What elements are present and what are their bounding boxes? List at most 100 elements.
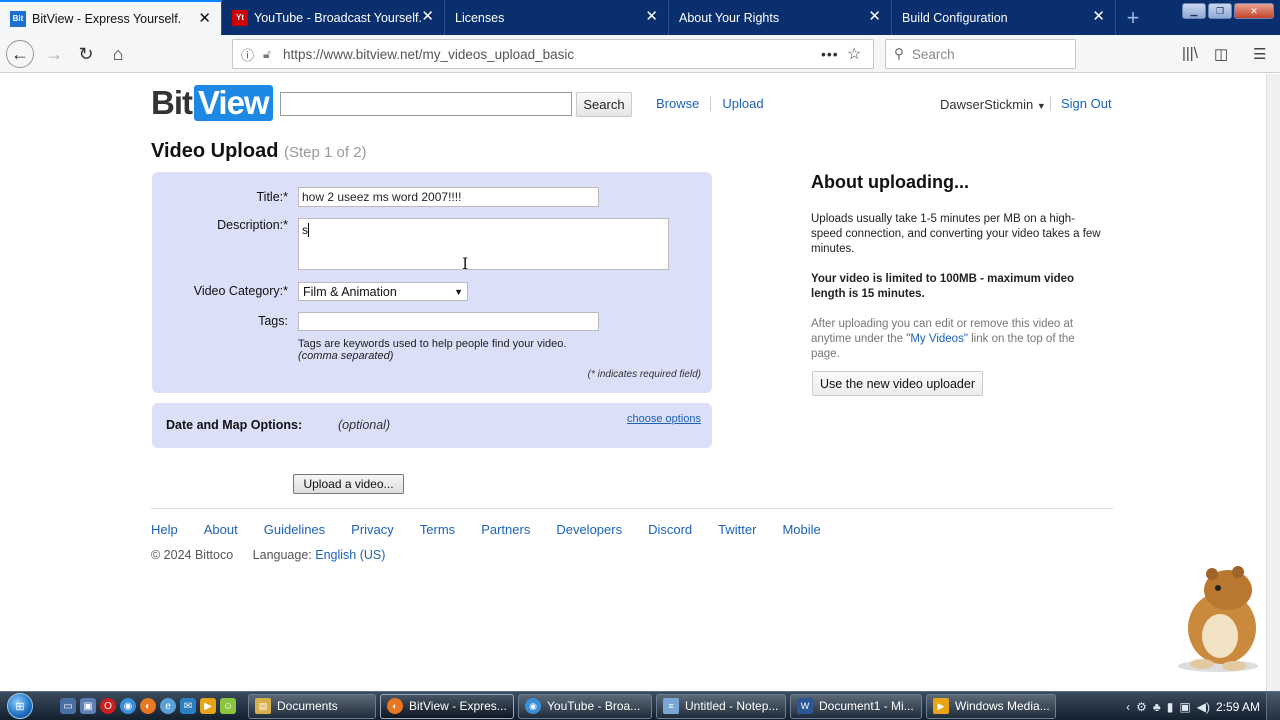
start-button[interactable]: ⊞: [0, 692, 40, 720]
url-bar[interactable]: ⓘ 🔓︎ https://www.bitview.net/my_videos_u…: [232, 39, 874, 69]
chevron-down-icon: ▼: [1036, 101, 1046, 111]
sidebar-icon[interactable]: ◫: [1214, 45, 1228, 63]
language-label: Language:: [252, 548, 312, 562]
opera-icon[interactable]: O: [100, 698, 116, 714]
task-label: Documents: [277, 699, 338, 713]
description-textarea[interactable]: s: [298, 218, 669, 270]
close-icon[interactable]: ✕: [1092, 9, 1105, 25]
site-search-input[interactable]: [280, 92, 572, 116]
footer-link-guidelines[interactable]: Guidelines: [264, 522, 325, 537]
title-input[interactable]: how 2 useez ms word 2007!!!!: [298, 187, 599, 207]
url-text[interactable]: https://www.bitview.net/my_videos_upload…: [283, 47, 821, 62]
network-tray-icon[interactable]: ⚙: [1136, 700, 1147, 714]
tags-hint-text: Tags are keywords used to help people fi…: [298, 338, 567, 350]
chrome-icon[interactable]: ◉: [120, 698, 136, 714]
task-documents[interactable]: ▤ Documents: [248, 693, 376, 719]
tab-label: Build Configuration: [902, 10, 1008, 25]
date-map-label: Date and Map Options:: [166, 418, 303, 432]
choose-options-link[interactable]: choose options: [627, 413, 701, 425]
footer-copyright: © 2024 Bittoco Language: English (US): [151, 548, 385, 562]
window-controls: ▁ ❐ ✕: [1182, 3, 1274, 19]
bitview-icon: Bit: [10, 10, 26, 27]
display-tray-icon[interactable]: ▣: [1179, 700, 1190, 714]
footer-link-help[interactable]: Help: [151, 522, 178, 537]
close-icon[interactable]: ✕: [868, 9, 881, 25]
restore-button[interactable]: ❐: [1208, 3, 1232, 19]
show-desktop-icon[interactable]: ▭: [60, 698, 76, 714]
task-label: Untitled - Notep...: [685, 699, 779, 713]
footer-link-mobile[interactable]: Mobile: [782, 522, 820, 537]
required-note: (* indicates required field): [587, 369, 701, 380]
browser-search-input[interactable]: ⚲ Search: [885, 39, 1076, 69]
close-icon[interactable]: ✕: [198, 11, 211, 27]
close-window-button[interactable]: ✕: [1234, 3, 1274, 19]
tags-input[interactable]: [298, 312, 599, 331]
firefox-icon[interactable]: ◐: [140, 698, 156, 714]
text-caret: [308, 223, 309, 237]
media-player-icon[interactable]: ▶: [200, 698, 216, 714]
task-bitview[interactable]: ◐ BitView - Expres...: [380, 693, 514, 719]
search-button[interactable]: Search: [576, 92, 632, 117]
tray-expand-icon[interactable]: ‹: [1126, 700, 1130, 714]
power-tray-icon[interactable]: ▮: [1167, 700, 1174, 714]
task-youtube[interactable]: ◉ YouTube - Broa...: [518, 693, 652, 719]
library-icon[interactable]: |||\: [1182, 45, 1198, 62]
task-media-player[interactable]: ▶ Windows Media...: [926, 693, 1056, 719]
lock-icon[interactable]: 🔓︎: [263, 47, 283, 62]
show-desktop-button[interactable]: [1266, 692, 1280, 720]
security-tray-icon[interactable]: ♣: [1153, 700, 1161, 714]
bookmark-star-icon[interactable]: ☆: [847, 44, 873, 64]
bitview-logo[interactable]: Bit View: [151, 84, 273, 122]
switch-windows-icon[interactable]: ▣: [80, 698, 96, 714]
minimize-button[interactable]: ▁: [1182, 3, 1206, 19]
tab-build-configuration[interactable]: Build Configuration ✕: [892, 0, 1116, 35]
sign-out-link[interactable]: Sign Out: [1050, 96, 1112, 111]
user-menu[interactable]: DawserStickmin ▼: [940, 97, 1046, 112]
footer-link-developers[interactable]: Developers: [556, 522, 622, 537]
new-tab-button[interactable]: +: [1116, 0, 1150, 35]
category-label: Video Category:*: [193, 284, 288, 298]
outlook-icon[interactable]: ✉: [180, 698, 196, 714]
info-icon[interactable]: ⓘ: [241, 45, 263, 64]
footer-link-partners[interactable]: Partners: [481, 522, 530, 537]
footer-link-about[interactable]: About: [204, 522, 238, 537]
footer-link-terms[interactable]: Terms: [420, 522, 455, 537]
menu-icon[interactable]: ☰: [1253, 45, 1266, 63]
new-uploader-button[interactable]: Use the new video uploader: [812, 371, 983, 396]
windows-logo-icon: ⊞: [7, 693, 33, 719]
close-icon[interactable]: ✕: [645, 9, 658, 25]
category-select[interactable]: Film & Animation ▼: [298, 282, 468, 301]
volume-icon[interactable]: ◀): [1197, 700, 1210, 714]
tab-label: YouTube - Broadcast Yourself.: [254, 10, 422, 25]
forward-button[interactable]: →: [40, 40, 68, 68]
description-label: Description:*: [217, 218, 288, 232]
my-videos-link[interactable]: "My Videos": [906, 333, 968, 345]
upload-link[interactable]: Upload: [710, 96, 774, 111]
youtube-icon: Yt: [232, 9, 248, 26]
reload-button[interactable]: ↻: [72, 40, 100, 68]
footer-link-discord[interactable]: Discord: [648, 522, 692, 537]
about-uploading: About uploading... Uploads usually take …: [811, 172, 1101, 377]
footer-link-privacy[interactable]: Privacy: [351, 522, 394, 537]
page-scrollbar[interactable]: [1266, 74, 1280, 691]
tab-about-your-rights[interactable]: About Your Rights ✕: [669, 0, 892, 35]
back-button[interactable]: ←: [6, 40, 34, 68]
task-word[interactable]: W Document1 - Mi...: [790, 693, 922, 719]
close-icon[interactable]: ✕: [421, 9, 434, 25]
task-notepad[interactable]: ≡ Untitled - Notep...: [656, 693, 786, 719]
tab-youtube[interactable]: Yt YouTube - Broadcast Yourself. ✕: [222, 0, 445, 35]
clock[interactable]: 2:59 AM: [1216, 700, 1260, 714]
page-title: Video Upload (Step 1 of 2): [151, 140, 367, 163]
upload-video-button[interactable]: Upload a video...: [293, 474, 404, 494]
internet-explorer-icon[interactable]: e: [160, 698, 176, 714]
tab-licenses[interactable]: Licenses ✕: [445, 0, 669, 35]
browse-link[interactable]: Browse: [645, 96, 710, 111]
page-actions-icon[interactable]: •••: [821, 46, 847, 62]
messenger-icon[interactable]: ☺: [220, 698, 236, 714]
media-player-icon: ▶: [933, 698, 949, 714]
language-link[interactable]: English (US): [315, 548, 385, 562]
tab-bitview[interactable]: Bit BitView - Express Yourself. ✕: [0, 0, 222, 35]
home-button[interactable]: ⌂: [104, 40, 132, 68]
hamster-desktop-pet: [1178, 566, 1258, 672]
footer-link-twitter[interactable]: Twitter: [718, 522, 756, 537]
